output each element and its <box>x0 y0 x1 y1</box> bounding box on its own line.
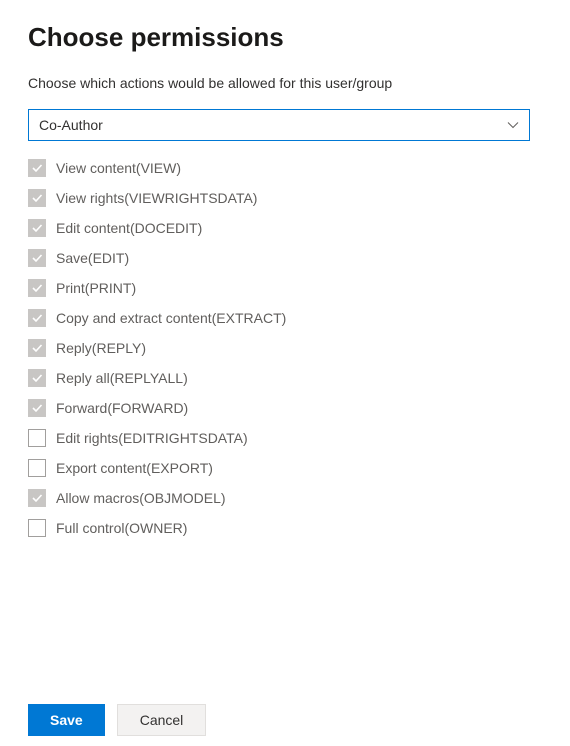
permission-label: Save(EDIT) <box>56 250 129 266</box>
permission-checkbox[interactable] <box>28 189 46 207</box>
permission-label: Forward(FORWARD) <box>56 400 188 416</box>
page-title: Choose permissions <box>28 22 542 53</box>
permission-item: Copy and extract content(EXTRACT) <box>28 309 542 327</box>
cancel-button[interactable]: Cancel <box>117 704 207 736</box>
permissions-list: View content(VIEW) View rights(VIEWRIGHTS… <box>28 159 542 537</box>
permission-label: Copy and extract content(EXTRACT) <box>56 310 286 326</box>
permission-label: Export content(EXPORT) <box>56 460 213 476</box>
permission-item: View content(VIEW) <box>28 159 542 177</box>
permission-checkbox[interactable] <box>28 369 46 387</box>
permission-item: Export content(EXPORT) <box>28 459 542 477</box>
role-dropdown-selected: Co-Author <box>39 117 103 133</box>
save-button[interactable]: Save <box>28 704 105 736</box>
chevron-down-icon <box>507 119 519 131</box>
permission-item: Edit content(DOCEDIT) <box>28 219 542 237</box>
permission-checkbox[interactable] <box>28 459 46 477</box>
permission-checkbox[interactable] <box>28 249 46 267</box>
page-subtitle: Choose which actions would be allowed fo… <box>28 75 542 91</box>
permission-checkbox[interactable] <box>28 399 46 417</box>
permission-label: Reply all(REPLYALL) <box>56 370 188 386</box>
permission-label: Edit content(DOCEDIT) <box>56 220 202 236</box>
permission-item: Reply(REPLY) <box>28 339 542 357</box>
permission-checkbox[interactable] <box>28 219 46 237</box>
permission-label: Edit rights(EDITRIGHTSDATA) <box>56 430 248 446</box>
role-dropdown[interactable]: Co-Author <box>28 109 530 141</box>
permission-checkbox[interactable] <box>28 309 46 327</box>
permission-label: View content(VIEW) <box>56 160 181 176</box>
permission-item: Edit rights(EDITRIGHTSDATA) <box>28 429 542 447</box>
permission-checkbox[interactable] <box>28 489 46 507</box>
permission-item: Forward(FORWARD) <box>28 399 542 417</box>
permission-label: View rights(VIEWRIGHTSDATA) <box>56 190 257 206</box>
permission-item: Reply all(REPLYALL) <box>28 369 542 387</box>
permission-label: Reply(REPLY) <box>56 340 146 356</box>
permission-label: Print(PRINT) <box>56 280 136 296</box>
permission-label: Full control(OWNER) <box>56 520 187 536</box>
permission-checkbox[interactable] <box>28 279 46 297</box>
permission-checkbox[interactable] <box>28 429 46 447</box>
button-row: Save Cancel <box>28 704 206 736</box>
permission-item: View rights(VIEWRIGHTSDATA) <box>28 189 542 207</box>
permission-item: Allow macros(OBJMODEL) <box>28 489 542 507</box>
permission-item: Save(EDIT) <box>28 249 542 267</box>
permission-label: Allow macros(OBJMODEL) <box>56 490 226 506</box>
permission-checkbox[interactable] <box>28 339 46 357</box>
permission-item: Full control(OWNER) <box>28 519 542 537</box>
permission-checkbox[interactable] <box>28 519 46 537</box>
permission-checkbox[interactable] <box>28 159 46 177</box>
permission-item: Print(PRINT) <box>28 279 542 297</box>
